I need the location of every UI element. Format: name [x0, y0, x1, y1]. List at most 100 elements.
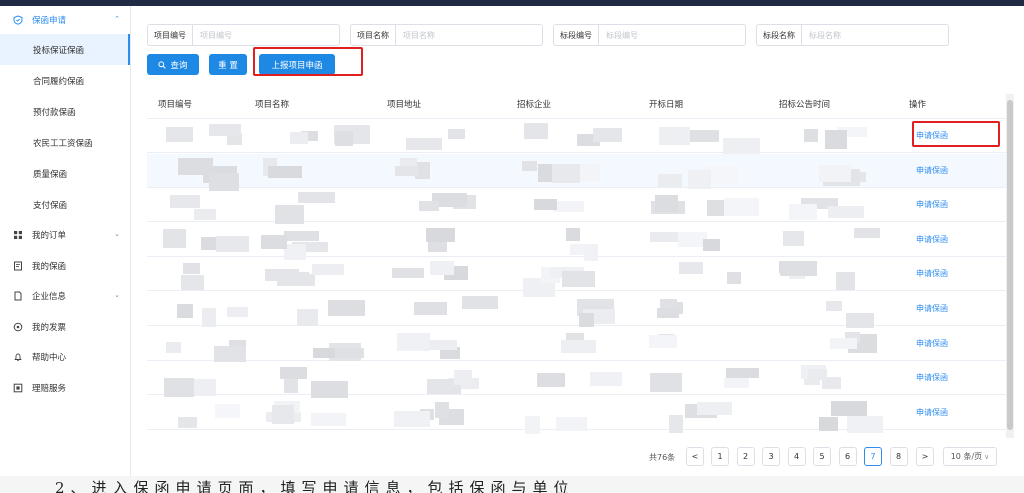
col-bidding-company: 招标企业 [517, 100, 552, 110]
menu-group-2[interactable]: 我的保函 [0, 251, 130, 282]
project-name-label: 项目名称 [351, 25, 396, 45]
sidebar-subitem[interactable]: 质量保函 [0, 158, 130, 189]
redacted-cell [284, 230, 319, 241]
redacted-cell [590, 372, 622, 387]
section-name-field[interactable]: 标段名称 [756, 24, 949, 46]
chevron-down-icon: ⌄ [114, 230, 120, 238]
pagination-page[interactable]: 3 [762, 447, 780, 466]
search-button[interactable]: 查询 [147, 54, 199, 75]
redacted-cell [831, 400, 867, 416]
redacted-cell [830, 337, 857, 349]
redacted-cell [825, 130, 847, 149]
redacted-cell [724, 378, 749, 389]
col-actions: 操作 [909, 100, 927, 110]
section-name-input[interactable] [802, 25, 948, 45]
redacted-cell [657, 308, 679, 318]
search-icon [158, 60, 167, 69]
table-scrollbar[interactable] [1006, 94, 1014, 438]
project-no-field[interactable]: 项目编号 [147, 24, 340, 46]
chevron-down-icon: ⌄ [114, 291, 120, 299]
redacted-cell [298, 192, 335, 204]
pagination-prev[interactable]: < [686, 447, 704, 466]
redacted-cell [650, 373, 682, 393]
redacted-cell [268, 165, 302, 178]
apply-guarantee-link[interactable]: 申请保函 [916, 372, 948, 383]
section-no-input[interactable] [599, 25, 745, 45]
menu-group-label: 我的发票 [32, 322, 67, 333]
apply-guarantee-link[interactable]: 申请保函 [916, 338, 948, 349]
apply-guarantee-link[interactable]: 申请保函 [916, 407, 948, 418]
menu-group-apply[interactable]: 保函申请 ⌃ [0, 6, 130, 34]
redacted-cell [780, 261, 817, 277]
apply-guarantee-link[interactable]: 申请保函 [916, 303, 948, 314]
redacted-cell [854, 227, 880, 238]
redacted-cell [685, 130, 719, 142]
redacted-cell [534, 199, 557, 211]
pagination-page[interactable]: 4 [787, 447, 806, 466]
apply-guarantee-link[interactable]: 申请保函 [916, 268, 948, 279]
scrollbar-thumb[interactable] [1007, 100, 1013, 430]
redacted-cell [836, 272, 855, 291]
apply-guarantee-link[interactable]: 申请保函 [916, 234, 948, 245]
redacted-cell [209, 124, 241, 136]
menu-group-5[interactable]: 帮助中心 [0, 342, 130, 373]
menu-group-6[interactable]: 理赔服务 [0, 373, 130, 404]
sidebar-subitem[interactable]: 合同履约保函 [0, 65, 130, 96]
redacted-cell [311, 412, 346, 426]
redacted-cell [202, 308, 216, 327]
section-no-label: 标段编号 [554, 25, 599, 45]
pagination-page[interactable]: 6 [838, 447, 857, 466]
pagination-page[interactable]: 5 [813, 447, 831, 466]
redacted-cell [783, 230, 804, 246]
redacted-cell [524, 123, 548, 139]
table-row: 申请保函 [147, 396, 1006, 434]
sidebar-subitem[interactable]: 投标保证保函 [0, 34, 130, 65]
redacted-cell [394, 410, 430, 427]
page-size-label: 10 条/页 [950, 452, 983, 461]
redacted-cell [275, 205, 304, 225]
pagination-next[interactable]: > [916, 447, 934, 466]
redacted-cell [215, 403, 240, 418]
page-size-select[interactable]: 10 条/页 ∨ [943, 447, 997, 466]
project-name-input[interactable] [396, 25, 542, 45]
redacted-cell [697, 401, 732, 415]
footer-text: 2、进入保函申请页面，填写申请信息，包括保函与单位 [55, 479, 575, 493]
project-table: 项目编号 项目名称 项目地址 招标企业 开标日期 招标公告时间 操作 申请保函申… [147, 90, 1006, 434]
search-button-label: 查询 [170, 60, 188, 71]
apply-guarantee-link[interactable]: 申请保函 [916, 199, 948, 210]
redacted-cell [435, 401, 449, 418]
menu-group-3[interactable]: 企业信息 ⌄ [0, 281, 130, 312]
col-project-address: 项目地址 [387, 100, 422, 110]
project-name-field[interactable]: 项目名称 [350, 24, 543, 46]
sidebar-subitem[interactable]: 预付款保函 [0, 96, 130, 127]
redacted-cell [726, 368, 759, 379]
redacted-cell [395, 165, 418, 176]
redacted-cell [227, 307, 248, 317]
sidebar-subitem[interactable]: 支付保函 [0, 189, 130, 220]
sidebar-subitem[interactable]: 农民工工资保函 [0, 127, 130, 158]
redacted-cell [847, 415, 883, 433]
col-project-name: 项目名称 [255, 100, 290, 110]
menu-group-1[interactable]: 我的订单 ⌄ [0, 220, 130, 251]
section-no-field[interactable]: 标段编号 [553, 24, 746, 46]
redacted-cell [561, 339, 596, 353]
apply-guarantee-link[interactable]: 申请保函 [916, 165, 948, 176]
menu-group-label: 我的保函 [32, 261, 67, 272]
pagination-page[interactable]: 7 [864, 447, 882, 466]
pagination-page[interactable]: 1 [711, 447, 729, 466]
highlight-box-report [253, 47, 363, 76]
redacted-cell [166, 127, 193, 142]
redacted-cell [328, 300, 365, 316]
section-name-label: 标段名称 [757, 25, 802, 45]
pagination-page[interactable]: 8 [889, 447, 908, 466]
chevron-down-icon: ∨ [984, 452, 990, 461]
redacted-cell [808, 369, 827, 381]
top-bar [0, 0, 1024, 6]
pagination-page[interactable]: 2 [736, 447, 755, 466]
project-no-input[interactable] [193, 25, 339, 45]
menu-group-4[interactable]: 我的发票 [0, 312, 130, 343]
redacted-cell [335, 131, 353, 146]
table-row: 申请保函 [147, 292, 1006, 328]
redacted-cell [724, 198, 759, 217]
reset-button[interactable]: 重 置 [209, 54, 247, 75]
